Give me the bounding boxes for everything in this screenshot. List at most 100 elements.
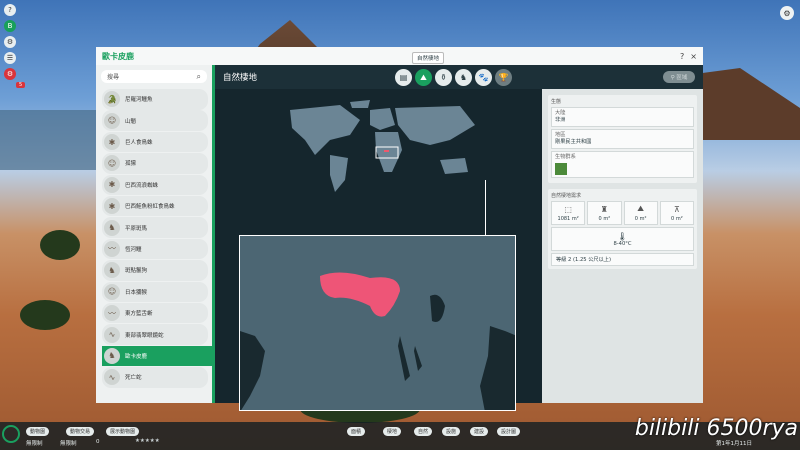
tab-trophy[interactable]: 🏆 [495,69,512,86]
spider-icon: ✱ [104,198,120,215]
palm-tree [40,230,80,260]
ecosystem-title: 生態 [551,99,562,105]
list-item-label: 巨人食鳥蛛 [125,140,153,147]
region-value: 剛果民主共和國 [555,139,592,145]
nav-habitat-label: 棲地 [387,429,398,435]
alert-badge: 5 [16,82,26,88]
camera-settings-icon[interactable]: ⚙ [780,6,794,20]
exhibit-button[interactable]: 展示動物園 [106,427,140,436]
tab-breeding[interactable]: ♞ [455,69,472,86]
list-item[interactable]: ♞ 平原斑馬 [102,217,208,238]
list-item[interactable]: ✱ 巴西鮭魚粉紅食鳥蛛 [102,195,208,217]
right-header: ⚲ 區域 [542,65,703,89]
biome-label: 生物群系 [555,154,576,160]
list-item[interactable]: 〰恆河鱷 [102,238,208,260]
region-box: 地區 剛果民主共和國 [551,129,694,149]
menu-icon[interactable]: ☰ [4,52,16,64]
zoo-label: 動物園 [30,429,46,435]
macaque-icon: ☺ [104,283,120,300]
greenland-shape [350,100,370,108]
list-item[interactable]: ☺ 孤獴 [102,153,208,174]
zebra-icon: ♞ [104,219,120,236]
spider-icon: ✱ [104,176,120,193]
asia-shape [395,106,475,145]
list-item[interactable]: 〰東方藍舌蜥 [102,302,208,324]
search-field[interactable]: 搜尋 ⌕ [101,70,207,83]
animal-list: 搜尋 ⌕ 🐊 尼羅河鱷魚 ☺ 山魈 ✱ 巨人食鳥蛛 ☺ 孤獴 ✱ 巴西流浪蜘蛛 ✱ 巴西鮭魚粉紅食鳥蛛… [96,65,215,403]
tab-habitat[interactable]: ⛰ [415,69,432,86]
zoopedia-icon[interactable]: B [4,20,16,32]
nav-nature-button[interactable]: 自然 [414,427,433,436]
spider-icon: ✱ [104,134,120,151]
requirements-title: 自然棲地需求 [551,193,582,199]
list-item-label: 巴西流浪蜘蛛 [125,182,159,189]
list-item-label: 巴西鮭魚粉紅食鳥蛛 [125,204,175,211]
list-item-label: 日本獼猴 [125,289,148,296]
temperature-box: 🌡 8-40°C [551,227,694,251]
nav-area-button[interactable]: 面積 [347,427,366,436]
list-item[interactable]: 🐊 尼羅河鱷魚 [102,89,208,110]
list-item-label: 死亡蛇 [125,375,142,382]
list-item[interactable]: ∿ 死亡蛇 [102,367,208,388]
nav-nature-label: 自然 [418,429,429,435]
list-item[interactable]: ☺ 日本獼猴 [102,281,208,303]
south-america-shape [330,155,348,192]
nav-build-button[interactable]: 建設 [470,427,489,436]
search-icon[interactable]: ⌕ [197,72,201,82]
list-item-label: 斑點鬣狗 [125,268,148,275]
list-item-label: 孤獴 [125,161,137,168]
exhibit-label: 展示動物園 [110,429,136,435]
list-item-label: 山魈 [125,118,137,125]
meerkat-icon: ☺ [104,155,120,172]
zoopedia-window: 歐卡皮鹿 ? × 自然棲地 搜尋 ⌕ 🐊 尼羅河鱷魚 ☺ 山魈 ✱ 巨人食鳥蛛 ☺ 孤獴 ✱ 巴西… [96,47,703,411]
nav-habitat-button[interactable]: 棲地 [383,427,402,436]
requirement-item: ⛰ 0 m² [623,201,658,225]
australia-shape [440,158,468,174]
help-button[interactable]: ? [680,52,684,61]
zoomed-region-map [239,235,516,411]
watermark: bilibili 6500rya [634,416,798,441]
trade-label: 動物交易 [70,429,91,435]
search-input[interactable]: 搜尋 [107,72,119,81]
list-item[interactable]: ✱ 巨人食鳥蛛 [102,131,208,153]
snake-icon: ∿ [104,369,120,386]
continent-box: 大陸 非洲 [551,107,694,127]
continent-value: 非洲 [555,117,566,123]
tab-social[interactable]: 🐾 [475,69,492,86]
tab-diet[interactable]: ⚱ [435,69,452,86]
requirement-value: 0 m² [598,215,611,222]
nav-facility-button[interactable]: 設施 [442,427,461,436]
zoo-rating-icon[interactable] [2,425,20,443]
area-button[interactable]: ⚲ 區域 [663,71,695,83]
requirement-icon: ⛰ [637,204,644,213]
tab-info[interactable]: ▤ [395,69,412,86]
list-item[interactable]: ♞ 斑點鬣狗 [102,260,208,281]
thermometer-icon: 🌡 [617,231,628,241]
north-america-shape [290,105,360,155]
nav-blueprint-button[interactable]: 設計圖 [497,427,521,436]
hyena-icon: ♞ [104,262,120,279]
list-item-label: 東部翡翠眼鏡蛇 [125,332,164,339]
settings-icon[interactable]: ⚙ [4,36,16,48]
gharial-icon: 〰 [104,240,120,257]
requirement-icon: ♜ [600,204,608,214]
okapi-range-shape [320,272,400,317]
crocodile-icon: 🐊 [104,91,120,108]
list-item[interactable]: ∿ 東部翡翠眼鏡蛇 [102,324,208,345]
staff-icon[interactable]: ⚙ [4,68,16,80]
list-item-label: 恆河鱷 [125,246,142,253]
limit-status-1: 無限制 [26,441,43,447]
help-icon[interactable]: ? [4,4,16,16]
okapi-icon: ♞ [104,347,120,364]
list-item[interactable]: ♞ 歐卡皮鹿 [102,345,215,367]
money-value: 0 [96,439,100,445]
list-item[interactable]: ✱ 巴西流浪蜘蛛 [102,174,208,196]
animal-trade-button[interactable]: 動物交易 [66,427,95,436]
requirement-item: ⬚ 1081 m² [551,201,586,225]
zoo-button[interactable]: 動物園 [26,427,50,436]
close-button[interactable]: × [690,52,697,61]
biome-icon[interactable] [555,163,567,175]
europe-shape [370,108,395,130]
list-item[interactable]: ☺ 山魈 [102,110,208,131]
ecosystem-card: 生態 大陸 非洲 地區 剛果民主共和國 生物群系 [548,95,697,183]
